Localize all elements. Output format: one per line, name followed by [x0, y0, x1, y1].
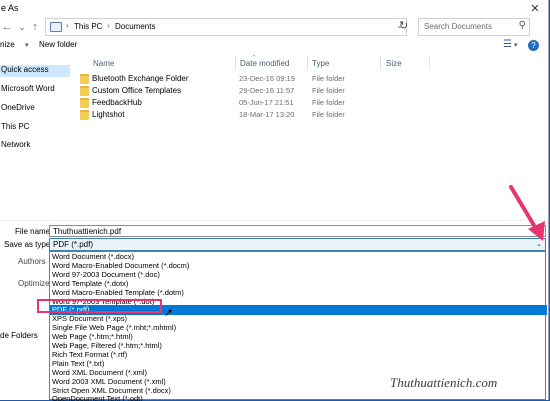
pointer-arrow-icon [509, 185, 545, 241]
nav-item-network[interactable]: Network [1, 140, 30, 149]
hide-folders-label: de Folders [0, 331, 38, 340]
column-headers: ⌃ Name Date modified Type Size [78, 55, 548, 70]
folder-icon [80, 74, 89, 84]
file-date: 18-Mar-17 13:20 [239, 110, 295, 119]
folder-icon [80, 110, 89, 120]
hide-folders-toggle[interactable]: de Folders [0, 331, 38, 340]
folder-icon [80, 98, 89, 108]
search-placeholder: Search Documents [424, 22, 493, 31]
column-divider[interactable] [235, 56, 236, 70]
savetype-label: Save as type: [4, 240, 53, 249]
column-divider[interactable] [380, 56, 381, 70]
breadcrumb-documents[interactable]: Documents [115, 22, 155, 31]
address-bar[interactable]: › This PC › Documents ⌄ [45, 18, 407, 36]
view-chevron-icon[interactable]: ▾ [514, 41, 518, 49]
save-as-dialog: e As ✕ ← ⌄ ↑ › This PC › Documents ⌄ ↻ S… [0, 0, 549, 401]
column-header-type[interactable]: Type [312, 59, 329, 68]
up-arrow-icon[interactable]: ↑ [29, 18, 41, 36]
file-row[interactable]: FeedbackHub 05-Jun-17 21:51 File folder [80, 97, 400, 109]
title-bar: e As ✕ [0, 0, 548, 18]
breadcrumb-this-pc[interactable]: This PC [74, 22, 102, 31]
optimize-label: Optimize [18, 279, 50, 288]
file-type: File folder [312, 98, 345, 107]
file-row[interactable]: Custom Office Templates 29-Dec-16 11:57 … [80, 85, 400, 97]
address-row: ← ⌄ ↑ › This PC › Documents ⌄ ↻ Search D… [0, 18, 548, 36]
authors-label: Authors [18, 257, 46, 266]
new-folder-button[interactable]: New folder [39, 40, 77, 49]
file-name: Lightshot [92, 110, 125, 119]
column-header-name[interactable]: Name [93, 59, 114, 68]
organize-chevron-icon[interactable]: ▾ [25, 41, 29, 49]
window-title: e As [1, 3, 19, 13]
crumb-separator-icon[interactable]: › [107, 21, 110, 30]
mouse-cursor-icon: ➚ [164, 307, 174, 319]
help-icon[interactable]: ? [528, 40, 539, 51]
search-input[interactable]: Search Documents ⚲ [418, 18, 530, 36]
nav-item-this-pc[interactable]: This PC [1, 122, 29, 131]
back-arrow-icon[interactable]: ← [1, 18, 13, 36]
view-options-icon[interactable]: ☰ [503, 39, 512, 50]
filename-label: File name: [15, 227, 53, 236]
column-divider[interactable] [307, 56, 308, 70]
folder-icon [80, 86, 89, 96]
toolbar: nize ▾ New folder ☰ ▾ ? [0, 38, 548, 54]
file-date: 23-Dec-16 09:19 [239, 74, 295, 83]
column-header-size[interactable]: Size [386, 59, 402, 68]
file-name: Custom Office Templates [92, 86, 182, 95]
refresh-icon[interactable]: ↻ [399, 19, 408, 32]
file-date: 29-Dec-16 11:57 [239, 86, 295, 95]
column-divider[interactable] [429, 56, 430, 70]
column-header-date[interactable]: Date modified [240, 59, 289, 68]
recent-chevron-icon[interactable]: ⌄ [16, 18, 28, 36]
file-type: File folder [312, 86, 345, 95]
nav-item-quick-access[interactable]: Quick access [0, 65, 70, 77]
save-as-type-select[interactable]: PDF (*.pdf) ⌄ [49, 238, 546, 251]
crumb-separator-icon[interactable]: › [66, 21, 69, 30]
file-row[interactable]: Lightshot 18-Mar-17 13:20 File folder [80, 109, 400, 121]
filename-field[interactable]: Thuthuattienich.pdf [49, 225, 546, 237]
savetype-value: PDF (*.pdf) [53, 240, 94, 249]
highlight-box-annotation [37, 299, 162, 313]
divider [0, 220, 548, 221]
search-icon: ⚲ [518, 20, 526, 31]
file-type: File folder [312, 74, 345, 83]
file-row[interactable]: Bluetooth Exchange Folder 23-Dec-16 09:1… [80, 73, 400, 85]
close-icon[interactable]: ✕ [526, 1, 544, 17]
nav-item-onedrive[interactable]: OneDrive [1, 103, 35, 112]
file-type: File folder [312, 110, 345, 119]
organize-button[interactable]: nize [0, 40, 15, 49]
nav-item-microsoft-word[interactable]: Microsoft Word [1, 84, 55, 93]
navigation-pane: Quick access Microsoft Word OneDrive Thi… [0, 56, 70, 220]
file-date: 05-Jun-17 21:51 [239, 98, 294, 107]
watermark: Thuthuattienich.com [390, 375, 498, 390]
file-name: FeedbackHub [92, 98, 142, 107]
this-pc-icon [50, 22, 62, 32]
file-name: Bluetooth Exchange Folder [92, 74, 189, 83]
